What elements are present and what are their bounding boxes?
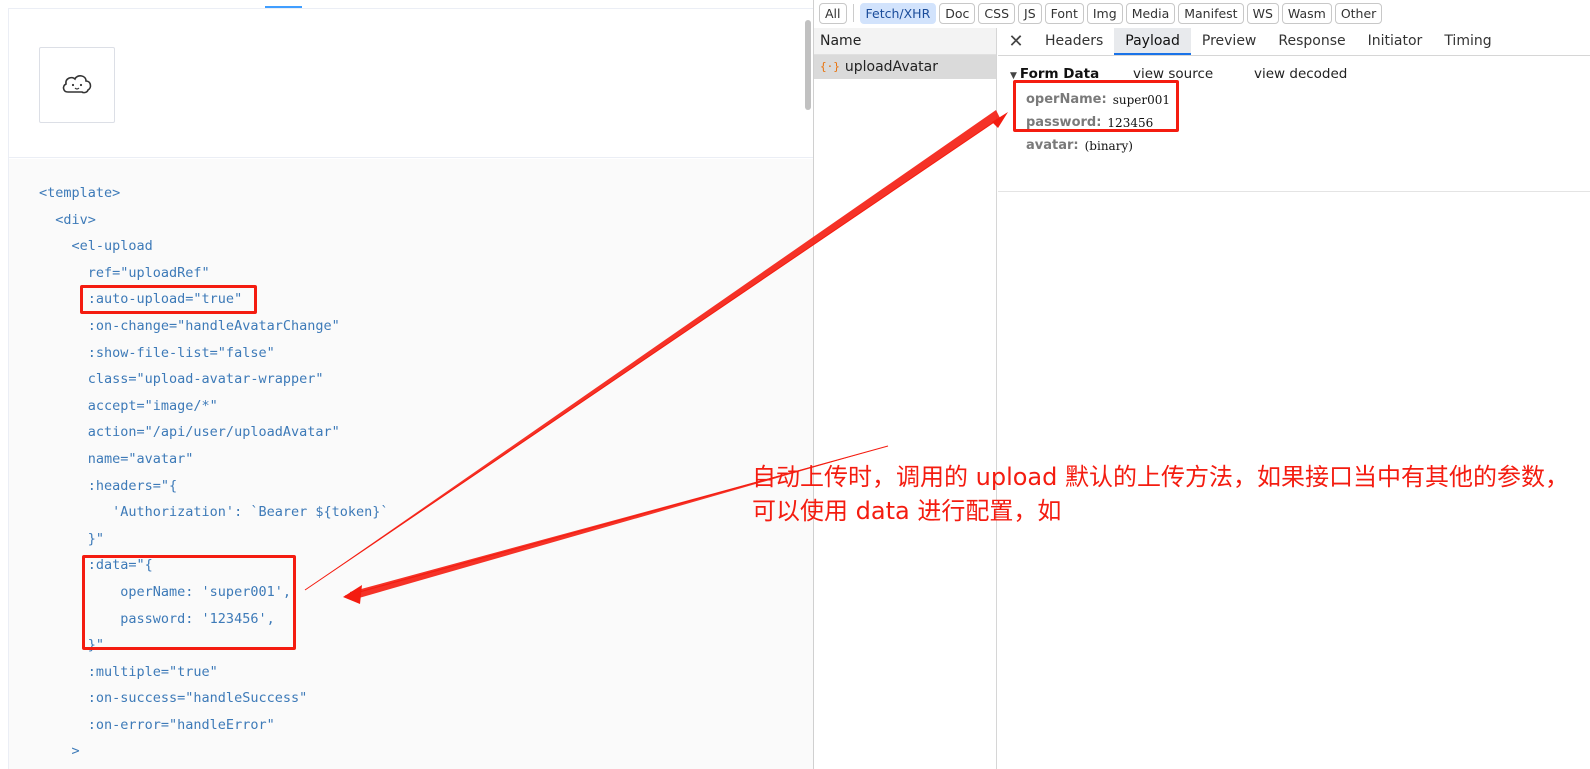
code-line: accept="image/*" xyxy=(39,397,218,414)
docs-pane: <template> <div> <el-upload ref="uploadR… xyxy=(0,0,814,769)
code-line: 'Authorization': `Bearer ${token}` xyxy=(39,504,389,521)
demo-preview xyxy=(9,9,814,158)
tab-preview[interactable]: Preview xyxy=(1191,28,1268,55)
code-line: :headers="{ xyxy=(39,477,178,494)
code-line: name="avatar" xyxy=(39,450,194,467)
code-block: <template> <div> <el-upload ref="uploadR… xyxy=(39,180,389,765)
code-line: :on-success="handleSuccess" xyxy=(39,690,308,707)
xhr-request-icon: {·} xyxy=(820,60,840,73)
tab-initiator[interactable]: Initiator xyxy=(1357,28,1434,55)
scrollbar-thumb[interactable] xyxy=(805,20,811,110)
request-type-filter-bar: All Fetch/XHR Doc CSS JS Font Img Media Manifest… xyxy=(814,0,1590,26)
code-line: <template> xyxy=(39,185,121,201)
code-line: :on-change="handleAvatarChange" xyxy=(39,317,340,334)
code-line: }" xyxy=(39,530,105,547)
tab-payload[interactable]: Payload xyxy=(1114,28,1191,55)
code-example: <template> <div> <el-upload ref="uploadR… xyxy=(9,159,814,769)
tab-headers[interactable]: Headers xyxy=(1034,28,1114,55)
code-line: :on-error="handleError" xyxy=(39,716,275,733)
form-field-key: avatar: xyxy=(1026,138,1079,153)
tab-timing[interactable]: Timing xyxy=(1433,28,1502,55)
detail-tab-bar: ✕ Headers Payload Preview Response Initiator… xyxy=(998,28,1590,56)
filter-chip-css[interactable]: CSS xyxy=(978,2,1016,24)
filter-chip-img[interactable]: Img xyxy=(1086,2,1123,24)
devtools-network-panel: All Fetch/XHR Doc CSS JS Font Img Media Manifest… xyxy=(813,0,1590,769)
code-line: :show-file-list="false" xyxy=(39,344,275,361)
request-list: Name {·} uploadAvatar xyxy=(814,28,997,769)
filter-chip-other[interactable]: Other xyxy=(1334,2,1383,24)
code-line: > xyxy=(39,743,80,760)
request-row-uploadavatar[interactable]: {·} uploadAvatar xyxy=(814,55,996,79)
code-line: ref="uploadRef" xyxy=(39,264,210,281)
filter-separator xyxy=(852,4,854,22)
filter-chip-all[interactable]: All xyxy=(819,2,847,24)
request-name: uploadAvatar xyxy=(844,59,939,75)
highlight-data-block xyxy=(82,555,296,650)
filter-chip-doc[interactable]: Doc xyxy=(939,2,976,24)
filter-chip-manifest[interactable]: Manifest xyxy=(1178,2,1244,24)
tab-response[interactable]: Response xyxy=(1267,28,1356,55)
filter-chip-js[interactable]: JS xyxy=(1018,2,1042,24)
highlight-auto-upload xyxy=(80,285,257,314)
code-line: <el-upload xyxy=(39,238,153,255)
demo-card: <template> <div> <el-upload ref="uploadR… xyxy=(8,8,814,769)
code-line: class="upload-avatar-wrapper" xyxy=(39,371,324,388)
form-field-row: avatar: (binary) xyxy=(1010,134,1590,157)
code-line: :multiple="true" xyxy=(39,663,218,680)
filter-chip-fetch-xhr[interactable]: Fetch/XHR xyxy=(859,2,937,24)
name-column-header[interactable]: Name xyxy=(814,28,996,55)
cloud-face-icon xyxy=(62,75,92,94)
avatar-upload-box[interactable] xyxy=(39,47,115,123)
code-line: <div> xyxy=(39,211,96,228)
close-icon[interactable]: ✕ xyxy=(998,28,1034,55)
code-line: action="/api/user/uploadAvatar" xyxy=(39,424,340,441)
filter-chip-font[interactable]: Font xyxy=(1044,2,1084,24)
filter-chip-wasm[interactable]: Wasm xyxy=(1281,2,1332,24)
form-field-value: (binary) xyxy=(1084,138,1133,153)
highlight-form-values xyxy=(1013,80,1179,132)
filter-chip-ws[interactable]: WS xyxy=(1246,2,1279,24)
filter-chip-media[interactable]: Media xyxy=(1125,2,1176,24)
annotation-note: 自动上传时，调用的 upload 默认的上传方法，如果接口当中有其他的参数，可以… xyxy=(752,463,1569,525)
view-decoded-link[interactable]: view decoded xyxy=(1254,66,1347,82)
request-details: ✕ Headers Payload Preview Response Initiator… xyxy=(998,28,1590,769)
